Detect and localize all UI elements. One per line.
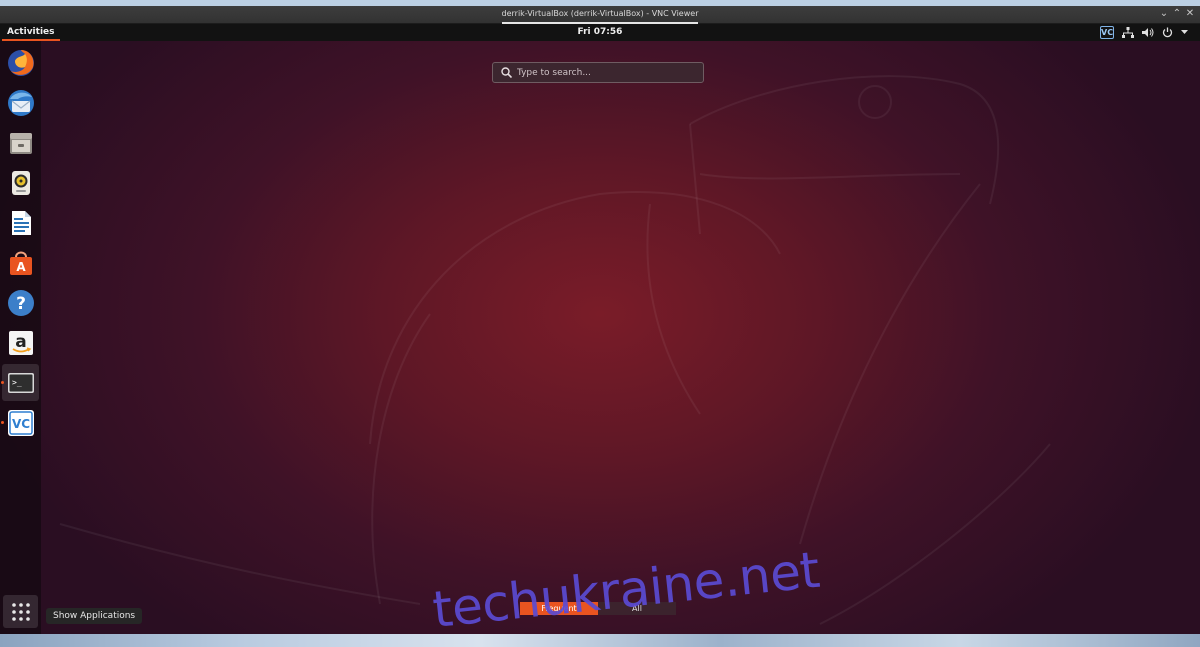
dock-item-amazon[interactable]: a [2,324,39,361]
writer-icon [11,210,31,235]
dock-item-files[interactable] [2,124,39,161]
top-bar: Activities Fri 07:56 VC [0,24,1200,41]
running-indicator [1,421,4,424]
show-applications-button[interactable] [3,595,38,628]
clock[interactable]: Fri 07:56 [0,24,1200,41]
dock-item-help[interactable]: ? [2,284,39,321]
show-applications-tooltip: Show Applications [46,608,143,624]
wallpaper-line-art [59,75,1051,625]
search-input[interactable] [517,65,697,80]
system-tray[interactable]: VC [1100,25,1188,40]
vnc-viewer-icon: VC [7,409,34,436]
dock: A ? a >_ VC [0,41,41,634]
dock-item-firefox[interactable] [2,44,39,81]
network-icon[interactable] [1122,27,1134,38]
svg-text:a: a [15,332,26,352]
host-desktop-background [0,633,1200,647]
volume-icon[interactable] [1142,27,1154,38]
help-icon: ? [7,289,34,316]
firefox-icon [7,49,34,76]
search-icon [501,67,512,78]
dock-item-thunderbird[interactable] [2,84,39,121]
minimize-icon[interactable]: ⌄ [1158,8,1170,20]
files-icon [9,132,32,154]
vnc-tray-icon[interactable]: VC [1100,26,1114,39]
dock-item-writer[interactable] [2,204,39,241]
svg-text:A: A [16,260,26,274]
vnc-viewer-window: derrik-VirtualBox (derrik-VirtualBox) - … [0,6,1200,634]
thunderbird-icon [7,89,34,116]
rhythmbox-icon [11,170,30,195]
app-grid-icon [11,602,30,621]
vnc-titlebar[interactable]: derrik-VirtualBox (derrik-VirtualBox) - … [0,6,1200,24]
window-title: derrik-VirtualBox (derrik-VirtualBox) - … [501,9,699,18]
ubuntu-desktop: Activities Fri 07:56 VC A ? a >_ VC Show… [0,24,1200,634]
svg-text:VC: VC [11,417,29,431]
software-icon: A [9,251,32,275]
dock-item-ubuntu-software[interactable]: A [2,244,39,281]
power-icon[interactable] [1162,27,1173,38]
dock-item-terminal[interactable]: >_ [1,364,39,401]
chevron-down-icon[interactable] [1181,30,1188,35]
search-box[interactable] [492,62,704,83]
svg-text:>_: >_ [12,378,22,387]
running-indicator [1,381,4,384]
terminal-icon: >_ [7,372,34,393]
amazon-icon: a [8,330,33,355]
dock-item-rhythmbox[interactable] [2,164,39,201]
close-icon[interactable]: ✕ [1184,8,1196,20]
maximize-icon[interactable]: ⌃ [1171,8,1183,20]
svg-text:?: ? [16,294,26,314]
dock-item-vnc-viewer[interactable]: VC [1,404,39,441]
